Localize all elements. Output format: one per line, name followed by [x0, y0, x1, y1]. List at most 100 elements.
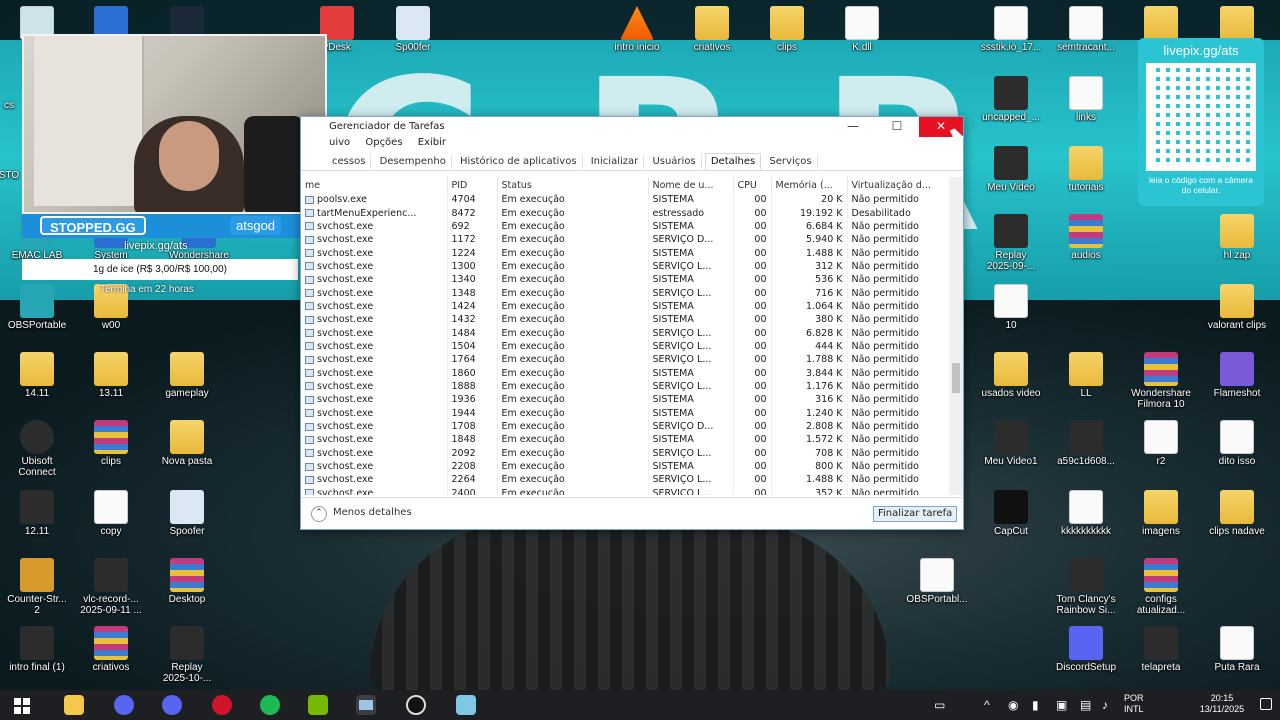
obsportabl-shortcut[interactable]: OBSPortabl... [898, 558, 976, 605]
spotify-icon[interactable] [260, 695, 280, 715]
person-icon[interactable]: ◉ [1008, 698, 1018, 712]
filmora-shortcut[interactable]: Wondershare Filmora 10 [1122, 352, 1200, 410]
table-row[interactable]: svchost.exe 1172 Em execução SERVIÇO D... 00… [301, 233, 950, 247]
spoofer-shortcut[interactable]: Spoofer [148, 490, 226, 537]
tab-users[interactable]: Usuários [647, 154, 702, 169]
table-row[interactable]: svchost.exe 1340 Em execução SISTEMA 00 536 K… [301, 273, 950, 287]
capcut-shortcut[interactable]: CapCut [972, 490, 1050, 537]
table-row[interactable]: svchost.exe 1936 Em execução SISTEMA 00 316 K… [301, 393, 950, 407]
microphone-icon[interactable]: ▮ [1032, 698, 1039, 712]
replay-left-file[interactable]: Replay 2025-10-... [148, 626, 226, 684]
tab-performance[interactable]: Desempenho [375, 154, 452, 169]
semtracant-file[interactable]: semtracant... [1047, 6, 1125, 53]
tab-startup[interactable]: Inicializar [586, 154, 645, 169]
discord-icon[interactable] [114, 695, 134, 715]
imagens-folder[interactable]: imagens [1122, 490, 1200, 537]
folder-shortcut[interactable] [1198, 6, 1276, 42]
rainbow-six-shortcut[interactable]: Tom Clancy's Rainbow Si... [1047, 558, 1125, 616]
table-row[interactable]: svchost.exe 1708 Em execução SERVIÇO D... 00… [301, 419, 950, 434]
d10-file[interactable]: 10 [972, 284, 1050, 331]
tab-services[interactable]: Serviços [764, 154, 818, 169]
criativos-folder[interactable]: criativos [673, 6, 751, 53]
vlc-record-file[interactable]: vlc-record-... 2025-09-11 ... [72, 558, 150, 616]
nova-pasta-folder[interactable]: Nova pasta [148, 420, 226, 467]
table-row[interactable]: svchost.exe 1300 Em execução SERVIÇO L... 00… [301, 259, 950, 274]
window-titlebar[interactable]: Gerenciador de Tarefas — ☐ ✕ [301, 117, 963, 137]
fewer-details-button[interactable]: ⌃ Menos detalhes [311, 506, 412, 522]
meu-video-file[interactable]: Meu Video [972, 146, 1050, 193]
clips-nadave-folder[interactable]: clips nadave [1198, 490, 1276, 537]
table-row[interactable]: svchost.exe 2400 Em execução SERVIÇO L... 00… [301, 486, 950, 495]
kdll-file[interactable]: K.dll [823, 6, 901, 53]
discord-setup-file[interactable]: DiscordSetup [1047, 626, 1125, 673]
tab-details[interactable]: Detalhes [704, 153, 762, 170]
table-row[interactable]: svchost.exe 1764 Em execução SERVIÇO L... 00… [301, 353, 950, 367]
vertical-scrollbar[interactable] [949, 177, 963, 495]
tab-app-history[interactable]: Histórico de aplicativos [455, 154, 583, 169]
intro-final-file[interactable]: intro final (1) [0, 626, 76, 673]
criativos-archive[interactable]: criativos [72, 626, 150, 673]
file-1211[interactable]: 12.11 [0, 490, 76, 537]
process-table[interactable]: me PID Status Nome de u... CPU Memória (… [301, 177, 963, 495]
a59c-file[interactable]: a59c1d608... [1047, 420, 1125, 467]
battery-icon[interactable]: ▭ [934, 698, 945, 712]
folder-shortcut[interactable] [1122, 6, 1200, 42]
meu-video1-file[interactable]: Meu Video1 [972, 420, 1050, 467]
menu-file[interactable]: uivo [329, 137, 350, 148]
nvidia-icon[interactable] [308, 695, 328, 715]
menu-options[interactable]: Opções [365, 137, 402, 148]
table-row[interactable]: svchost.exe 1944 Em execução SISTEMA 00 1.240… [301, 406, 950, 420]
minimize-button[interactable]: — [831, 117, 875, 137]
ll-folder[interactable]: LL [1047, 352, 1125, 399]
column-cpu[interactable]: CPU [733, 177, 772, 193]
valorant-folder[interactable]: valorant clips [1198, 284, 1276, 331]
table-row[interactable]: svchost.exe 1860 Em execução SISTEMA 00 3.844… [301, 366, 950, 380]
discord-icon[interactable] [162, 695, 182, 715]
taskmgr-icon[interactable] [356, 695, 376, 715]
dito-isso-file[interactable]: dito isso [1198, 420, 1276, 467]
volume-icon[interactable]: ♪ [1102, 698, 1108, 712]
uncapped-file[interactable]: uncapped_... [972, 76, 1050, 123]
table-row[interactable]: svchost.exe 1224 Em execução SISTEMA 00 1.488… [301, 246, 950, 260]
clock[interactable]: 20:15 13/11/2025 [1192, 693, 1252, 715]
tutoriais-folder[interactable]: tutoriais [1047, 146, 1125, 193]
tab-processes[interactable]: cessos [327, 154, 372, 169]
table-row[interactable]: svchost.exe 1484 Em execução SERVIÇO L... 00… [301, 326, 950, 340]
table-row[interactable]: svchost.exe 1848 Em execução SISTEMA 00 1.572… [301, 433, 950, 447]
column-virtualization[interactable]: Virtualização d... [847, 177, 950, 193]
table-row[interactable]: svchost.exe 1504 Em execução SERVIÇO L... 00… [301, 339, 950, 354]
replay-right-file[interactable]: Replay 2025-09-... [972, 214, 1050, 272]
gameplay-folder[interactable]: gameplay [148, 352, 226, 399]
counter-strike-shortcut[interactable]: Counter-Str... 2 [0, 558, 76, 616]
intro-inicio-file[interactable]: intro inicio [598, 6, 676, 53]
audios-archive[interactable]: audios [1047, 214, 1125, 261]
column-pid[interactable]: PID [447, 177, 498, 193]
r2-file[interactable]: r2 [1122, 420, 1200, 467]
table-row[interactable]: svchost.exe 2208 Em execução SISTEMA 00 800 K… [301, 459, 950, 474]
links-file[interactable]: links [1047, 76, 1125, 123]
table-row[interactable]: svchost.exe 1888 Em execução SERVIÇO L... 00… [301, 379, 950, 394]
obsportable-shortcut[interactable]: OBSPortable [0, 284, 76, 331]
column-status[interactable]: Status [497, 177, 649, 193]
copy-file[interactable]: copy [72, 490, 150, 537]
column-user[interactable]: Nome de u... [648, 177, 734, 193]
table-row[interactable]: tartMenuExperienc... 8472 Em execução estre… [301, 206, 950, 220]
file-explorer-icon[interactable] [64, 695, 84, 715]
ssstik-file[interactable]: ssstik.io_17... [972, 6, 1050, 53]
chevron-up-icon[interactable]: ^ [984, 698, 990, 712]
language-indicator[interactable]: POR INTL [1124, 693, 1144, 715]
folder-1411[interactable]: 14.11 [0, 352, 76, 399]
spoofer-top-shortcut[interactable]: Sp00fer [374, 6, 452, 53]
scrollbar-thumb[interactable] [952, 363, 960, 393]
notepad-icon[interactable] [456, 695, 476, 715]
configs-archive[interactable]: configs atualizad... [1122, 558, 1200, 616]
table-row[interactable]: svchost.exe 2092 Em execução SERVIÇO L... 00… [301, 446, 950, 460]
table-row[interactable]: svchost.exe 2264 Em execução SERVIÇO L... 00… [301, 473, 950, 487]
end-task-button[interactable]: Finalizar tarefa [873, 506, 958, 522]
column-name[interactable]: me [301, 177, 448, 193]
windows-start-icon[interactable] [14, 698, 30, 714]
table-row[interactable]: svchost.exe 1348 Em execução SERVIÇO L... 00… [301, 286, 950, 300]
clips-archive[interactable]: clips [72, 420, 150, 467]
display-icon[interactable]: ▣ [1056, 698, 1067, 712]
menu-view[interactable]: Exibir [418, 137, 446, 148]
